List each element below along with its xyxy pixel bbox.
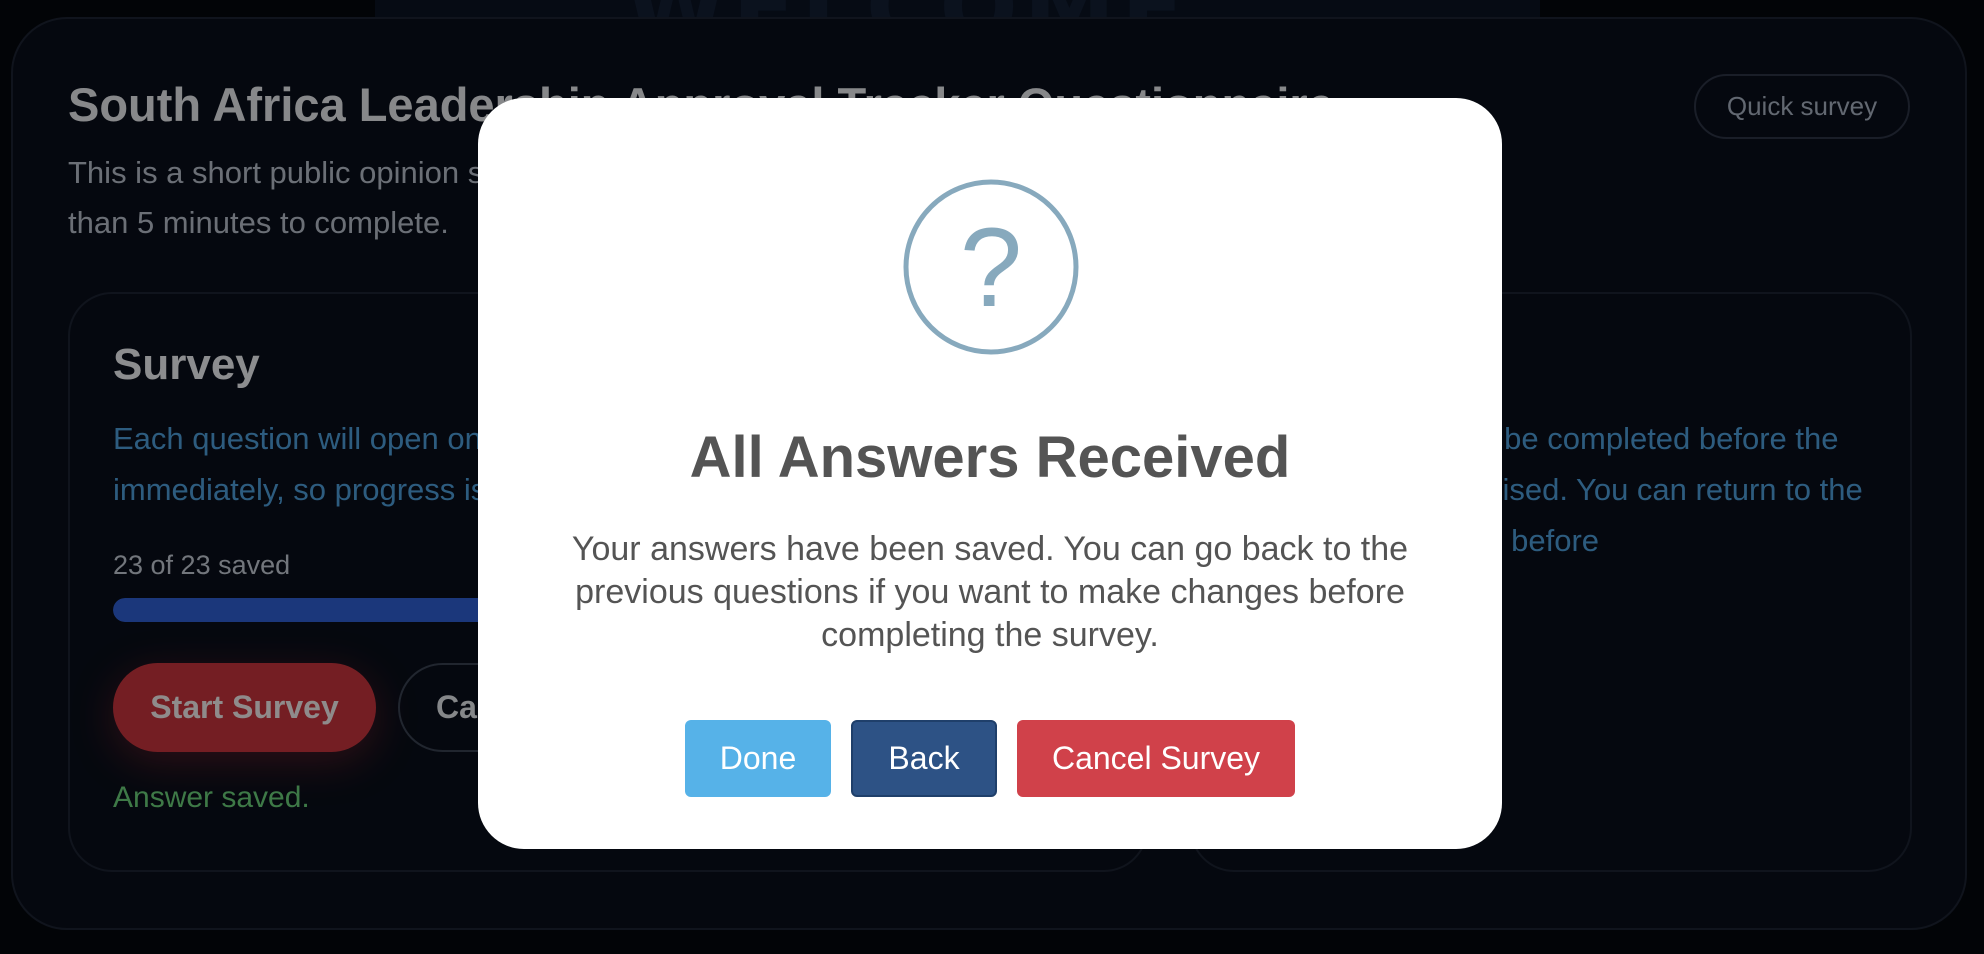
cancel-survey-button[interactable]: Cancel Survey — [1017, 720, 1295, 797]
dialog-title: All Answers Received — [689, 425, 1291, 490]
done-button[interactable]: Done — [685, 720, 831, 797]
confirmation-dialog: ? All Answers Received Your answers have… — [478, 98, 1502, 849]
back-button[interactable]: Back — [851, 720, 997, 797]
question-mark-circle-icon: ? — [903, 179, 1079, 355]
dialog-message: Your answers have been saved. You can go… — [571, 530, 1409, 654]
svg-text:?: ? — [960, 205, 1022, 330]
